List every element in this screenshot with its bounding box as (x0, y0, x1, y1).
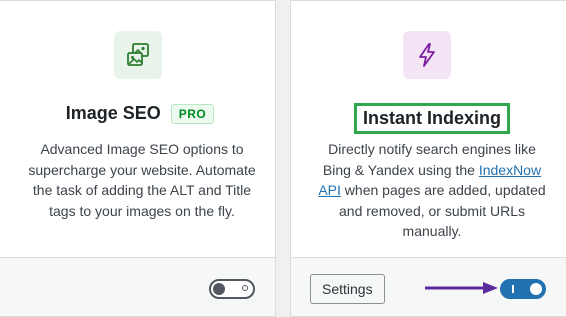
toggle-knob (213, 283, 225, 295)
module-toggle-switch[interactable] (209, 279, 255, 299)
card-footer (0, 257, 275, 316)
toggle-off-indicator-icon (242, 285, 248, 291)
description-text: when pages are added, updated and remove… (339, 182, 546, 239)
image-gallery-icon (114, 31, 162, 79)
card-body: Instant Indexing Directly notify search … (291, 1, 566, 257)
module-description: Directly notify search engines like Bing… (315, 139, 549, 242)
card-title-row: Image SEO PRO (0, 103, 275, 124)
lightning-bolt-icon (403, 31, 451, 79)
card-body: Image SEO PRO Advanced Image SEO options… (0, 1, 275, 257)
pointer-arrow-icon (425, 282, 498, 294)
settings-button[interactable]: Settings (310, 274, 385, 304)
pro-badge: PRO (170, 103, 215, 124)
toggle-on-indicator-icon (512, 285, 514, 293)
card-title-row: Instant Indexing (291, 103, 566, 134)
instant-indexing-module-card: Instant Indexing Directly notify search … (290, 0, 566, 317)
module-title: Image SEO (65, 103, 161, 123)
card-footer: Settings (291, 257, 566, 316)
module-description: Advanced Image SEO options to supercharg… (28, 141, 256, 219)
module-toggle-switch[interactable] (500, 279, 546, 299)
toggle-knob (530, 283, 542, 295)
module-title: Instant Indexing (353, 103, 510, 134)
image-seo-module-card: Image SEO PRO Advanced Image SEO options… (0, 0, 276, 317)
